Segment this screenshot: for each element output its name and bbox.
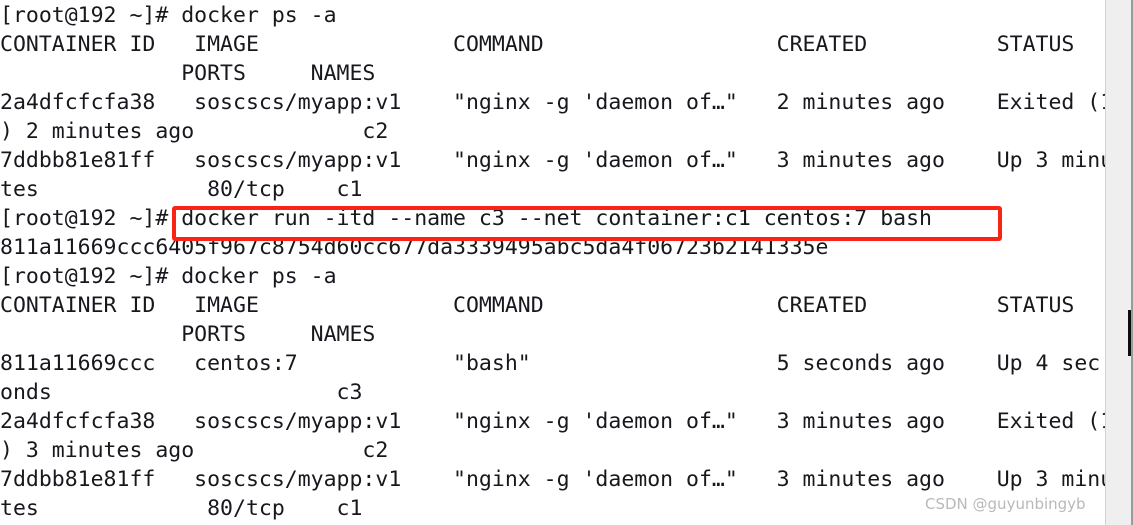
terminal-line: ) 3 minutes ago c2 [0, 438, 389, 463]
terminal-line: 2a4dfcfcfa38 soscscs/myapp:v1 "nginx -g … [0, 90, 1105, 115]
terminal-line: 811a11669ccc centos:7 "bash" 5 seconds a… [0, 351, 1101, 376]
terminal-line: tes 80/tcp c1 [0, 496, 363, 521]
terminal-line: [root@192 ~]# docker ps -a [0, 264, 337, 289]
terminal-line: onds c3 [0, 380, 363, 405]
terminal-line: ) 2 minutes ago c2 [0, 119, 389, 144]
vertical-scrollbar[interactable] [1105, 0, 1133, 525]
terminal-line: PORTS NAMES [0, 61, 376, 86]
terminal-window[interactable]: [root@192 ~]# docker ps -a CONTAINER ID … [0, 0, 1105, 525]
terminal-line: CONTAINER ID IMAGE COMMAND CREATED STATU… [0, 293, 1075, 318]
terminal-line: 7ddbb81e81ff soscscs/myapp:v1 "nginx -g … [0, 467, 1105, 492]
terminal-line: [root@192 ~]# docker ps -a [0, 3, 337, 28]
screenshot-root: [root@192 ~]# docker ps -a CONTAINER ID … [0, 0, 1133, 525]
terminal-line: 7ddbb81e81ff soscscs/myapp:v1 "nginx -g … [0, 148, 1105, 173]
terminal-line: PORTS NAMES [0, 322, 376, 347]
terminal-line-highlighted: [root@192 ~]# docker run -itd --name c3 … [0, 206, 932, 231]
csdn-watermark: CSDN @guyunbingyb [925, 495, 1086, 513]
terminal-line: 2a4dfcfcfa38 soscscs/myapp:v1 "nginx -g … [0, 409, 1105, 434]
terminal-line: CONTAINER ID IMAGE COMMAND CREATED STATU… [0, 32, 1075, 57]
terminal-line: tes 80/tcp c1 [0, 177, 363, 202]
terminal-line: 811a11669ccc6405f967c8754d60cc677da33394… [0, 235, 829, 260]
